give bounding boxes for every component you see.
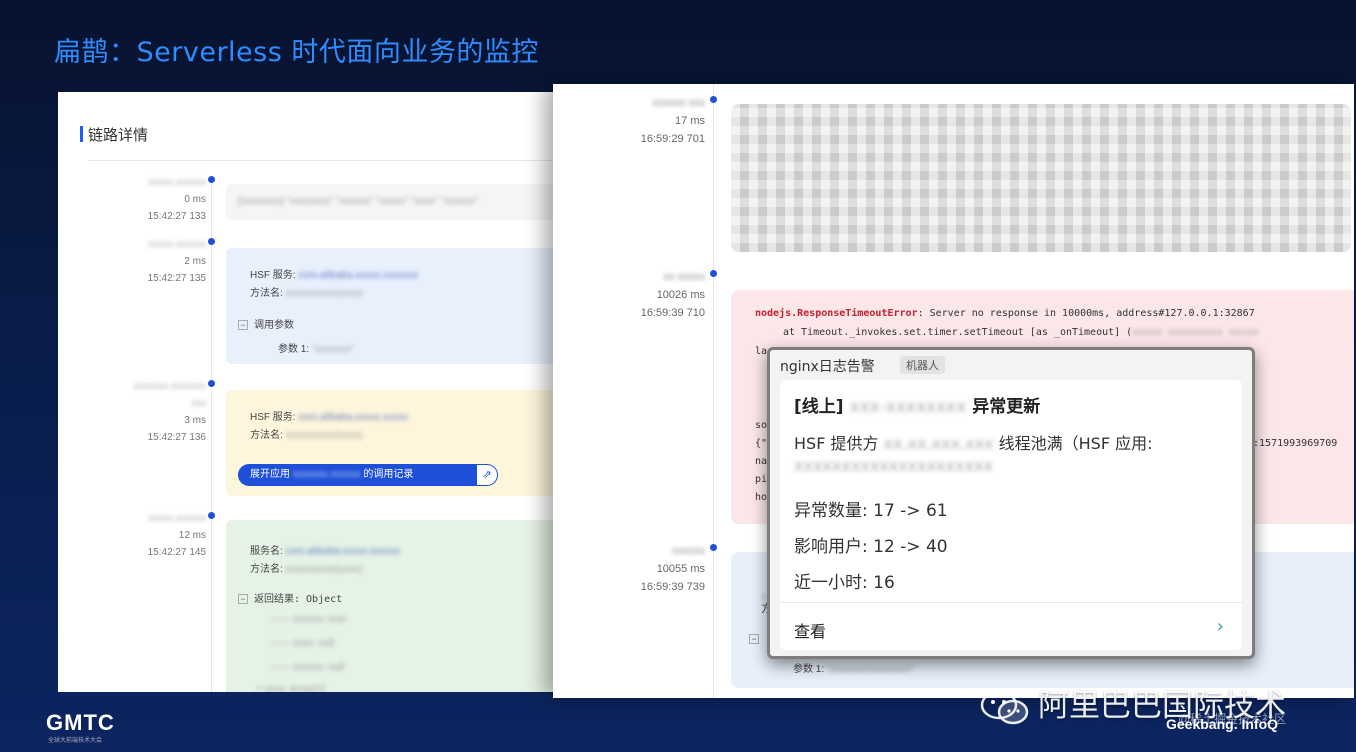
span-duration: 2 ms: [184, 256, 206, 267]
method-label: 方法名:: [250, 430, 283, 441]
hsf-service-label: HSF 服务:: [250, 412, 296, 423]
wechat-icon: [980, 690, 1029, 724]
pixelated-log-content: [731, 104, 1351, 252]
timeline-line: [211, 180, 212, 692]
alert-title: [线上] xxx-xxxxxxxx 异常更新: [794, 397, 1041, 417]
span-time: 15:42:27 136: [147, 432, 206, 443]
span-duration: 3 ms: [184, 415, 206, 426]
span-time: 16:59:39 739: [640, 581, 705, 593]
alert-line-app: xxxxxxxxxxxxxxxxxxxxx: [794, 456, 993, 475]
param-label: 参数 1:: [278, 344, 310, 355]
span-time: 15:42:27 135: [147, 273, 206, 284]
span-time: 15:42:27 133: [147, 211, 206, 222]
timeline-dot: [208, 176, 215, 183]
timeline-dot: [710, 96, 717, 103]
timeline-dot: [710, 270, 717, 277]
span-time: 16:59:29 701: [640, 133, 705, 145]
trace-detail-header: 链路详情: [79, 126, 149, 144]
service-span-card[interactable]: 服务名: com.alibaba.xxxxx.xxxxxx 方法名: xxxxx…: [226, 520, 558, 692]
method-label: 方法名:: [250, 288, 283, 299]
error-stack: at Timeout._invokes.set.timer.setTimeout…: [783, 327, 1133, 338]
hsf-span-card[interactable]: HSF 服务: com.alibaba.xxxxx.xxxxx 方法名: xxx…: [226, 390, 558, 496]
external-link-icon: ⇗: [477, 465, 497, 485]
sponsor-logos: Geekbang. InfoQ: [1166, 716, 1279, 732]
timeline-line: [713, 84, 714, 698]
alert-affected-users: 影响用户: 12 -> 40: [794, 537, 948, 557]
expand-app-calls-button[interactable]: 展开应用 xxxxxxx.xxxxxx 的调用记录 ⇗: [238, 464, 498, 486]
span-duration: 0 ms: [184, 194, 206, 205]
timeline-dot: [208, 380, 215, 387]
alert-card[interactable]: [线上] xxx-xxxxxxxx 异常更新 HSF 提供方 xx.xx.xxx…: [780, 380, 1242, 650]
trace-detail-panel: 链路详情 xxxxx.xxxxxx 0 ms 15:42:27 133 [xxx…: [58, 92, 558, 692]
error-name: nodejs.ResponseTimeoutError: [755, 308, 918, 319]
span-meta: xxxxxx xxx 17 ms 16:59:29 701: [640, 97, 705, 145]
dingtalk-alert-popup[interactable]: nginx日志告警 机器人 [线上] xxx-xxxxxxxx 异常更新 HSF…: [767, 347, 1255, 659]
span-duration: 17 ms: [675, 115, 705, 127]
result-toggle[interactable]: − 返回结果: Object: [238, 590, 342, 605]
hsf-service-label: HSF 服务:: [250, 270, 296, 281]
gmtc-subtitle: 全球大前端技术大会: [48, 738, 103, 744]
timeline-dot: [208, 238, 215, 245]
method-label: 方法名:: [250, 564, 283, 575]
span-time: 15:42:27 145: [147, 547, 206, 558]
span-duration: 10026 ms: [656, 289, 705, 301]
collapse-icon: −: [749, 634, 759, 644]
span-card[interactable]: [xxxxxxxx] "xxxxxxxx" "xxxxxx" "xxxxx" "…: [226, 184, 558, 220]
alert-error-count: 异常数量: 17 -> 61: [794, 501, 948, 521]
span-duration: 10055 ms: [656, 563, 705, 575]
span-meta: xx xxxxx 10026 ms 16:59:39 710: [640, 271, 705, 319]
chevron-right-icon[interactable]: ›: [1217, 616, 1224, 637]
gmtc-logo: GMTC: [46, 710, 115, 735]
span-duration: 12 ms: [178, 530, 206, 541]
view-button[interactable]: 查看: [794, 618, 826, 642]
span-meta: xxxxx.xxxxxx 0 ms 15:42:27 133: [147, 177, 206, 222]
blurred-content: [xxxxxxxx] "xxxxxxxx" "xxxxxx" "xxxxx" "…: [238, 196, 478, 207]
params-toggle[interactable]: − 调用参数: [238, 316, 294, 331]
alert-line-hsf: HSF 提供方 xx.xx.xxx.xxx 线程池满（HSF 应用:: [794, 434, 1153, 453]
alert-source: nginx日志告警: [780, 359, 875, 375]
span-time: 16:59:39 710: [640, 307, 705, 319]
span-meta: xxxxx.xxxxxx 2 ms 15:42:27 135: [147, 239, 206, 284]
slide-title: 扁鹊：Serverless 时代面向业务的监控: [54, 37, 539, 68]
error-number: ":1571993969709: [1247, 438, 1338, 449]
alert-last-hour: 近一小时: 16: [794, 573, 895, 593]
hsf-span-card[interactable]: HSF 服务: com.alibaba.xxxxx.xxxxxxx 方法名: x…: [226, 248, 558, 364]
collapse-icon: −: [238, 594, 248, 604]
divider: [780, 602, 1242, 603]
span-meta: xxxxx.xxxxxx 12 ms 15:42:27 145: [147, 513, 206, 558]
robot-tag: 机器人: [900, 356, 945, 374]
span-meta: xxxxxxx.xxxxxxx xxx 3 ms 15:42:27 136: [133, 381, 206, 443]
header-divider: [88, 160, 558, 161]
service-label: 服务名:: [250, 546, 283, 557]
collapse-icon: −: [238, 320, 248, 330]
timeline-dot: [710, 544, 717, 551]
timeline-dot: [208, 512, 215, 519]
param-label: 参数 1:: [793, 664, 825, 675]
error-message: : Server no response in 10000ms, address…: [917, 308, 1255, 319]
span-meta: xxxxxx 10055 ms 16:59:39 739: [640, 545, 705, 593]
